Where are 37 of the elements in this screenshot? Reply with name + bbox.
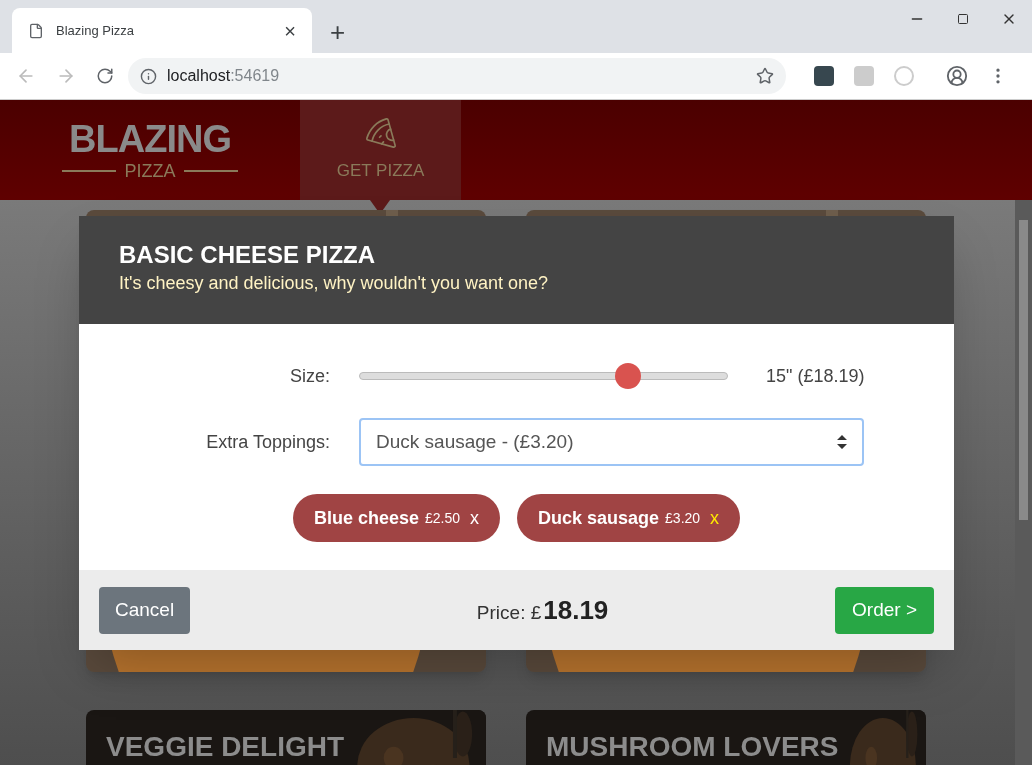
- size-label: Size:: [288, 364, 331, 388]
- bookmark-star-icon[interactable]: [756, 67, 774, 85]
- cancel-button[interactable]: Cancel: [99, 586, 191, 634]
- reload-icon[interactable]: [96, 67, 114, 85]
- toppings-select[interactable]: Duck sausage - (£3.20): [359, 418, 864, 466]
- size-slider[interactable]: [359, 363, 728, 389]
- document-icon: [28, 22, 44, 39]
- pizza-card[interactable]: VEGGIE DELIGHT: [86, 710, 486, 765]
- info-icon: [140, 67, 157, 85]
- topping-price: £2.50: [424, 508, 460, 528]
- dialog-subtitle: It's cheesy and delicious, why wouldn't you want one?: [119, 272, 550, 295]
- address-bar[interactable]: localhost:54619: [128, 58, 786, 94]
- logo-text: BLAZING: [68, 120, 232, 158]
- dialog-title: BASIC CHEESE PIZZA: [119, 240, 377, 270]
- price-label: Price: £: [476, 600, 542, 625]
- logo-subtitle: PIZZA: [124, 162, 176, 180]
- order-button[interactable]: Order >: [835, 586, 934, 634]
- pizza-title: MUSHROOM LOVERS: [545, 730, 840, 764]
- pizza-title: VEGGIE DELIGHT: [105, 730, 346, 764]
- new-tab-button[interactable]: +: [330, 19, 346, 45]
- topping-name: Blue cheese: [313, 506, 419, 530]
- remove-topping-button[interactable]: x: [470, 504, 479, 532]
- profile-icon[interactable]: [946, 65, 968, 87]
- topping-name: Duck sausage: [538, 506, 660, 530]
- remove-topping-button[interactable]: x: [710, 504, 720, 532]
- pizza-slice-icon: [363, 116, 398, 151]
- browser-tab[interactable]: Blazing Pizza ×: [12, 8, 312, 53]
- extension-icon[interactable]: [814, 66, 834, 86]
- size-reading: 15" (£18.19): [766, 364, 865, 388]
- tab-title: Blazing Pizza: [56, 21, 136, 40]
- pizza-card[interactable]: MUSHROOM LOVERS: [526, 710, 926, 765]
- url-text: localhost:54619: [167, 66, 281, 86]
- toppings-label: Extra Toppings:: [205, 430, 331, 454]
- tab-close-button[interactable]: ×: [284, 20, 296, 41]
- topping-price: £3.20: [665, 508, 701, 528]
- nav-tab[interactable]: GET PIZZA: [300, 100, 461, 200]
- price-value: 18.19: [543, 593, 609, 627]
